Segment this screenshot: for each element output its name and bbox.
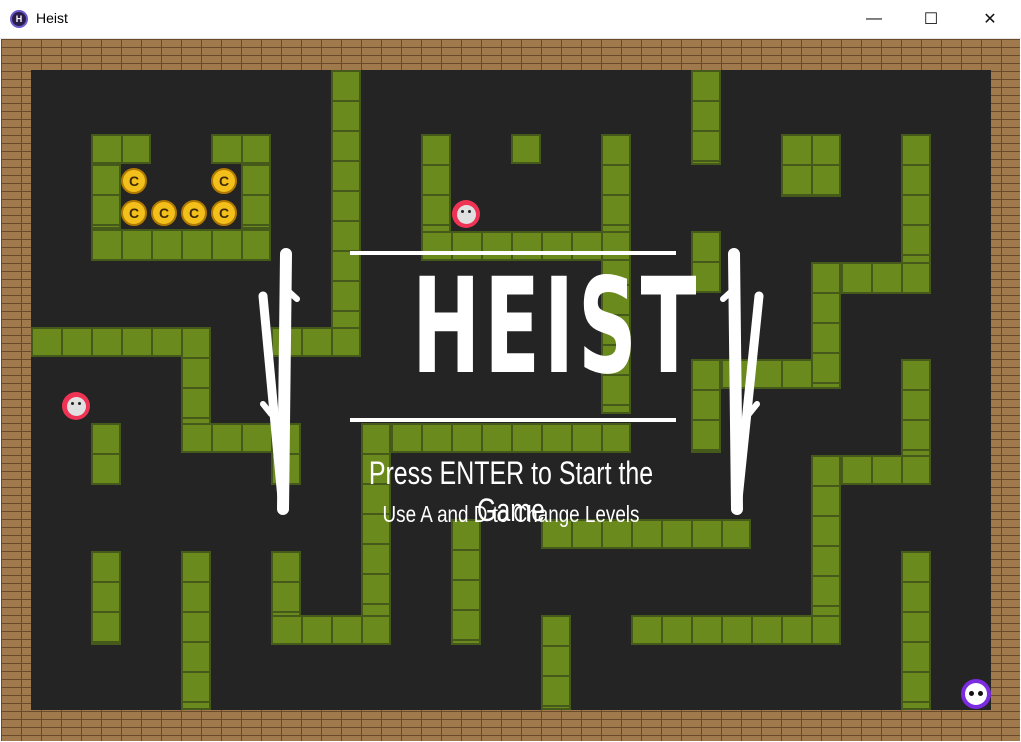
title-bar: H Heist — ☐ ✕ [0, 0, 1021, 39]
maze-wall [781, 134, 841, 197]
player-thief [961, 679, 991, 709]
coin: C [181, 200, 207, 226]
window-title: Heist [36, 10, 68, 26]
coin: C [211, 200, 237, 226]
maze-wall [601, 134, 631, 414]
maze-wall [811, 262, 841, 389]
minimize-button[interactable]: — [851, 0, 897, 38]
maze-wall [361, 423, 631, 453]
coin: C [121, 168, 147, 194]
coin: C [151, 200, 177, 226]
maze-wall [451, 519, 481, 645]
guard-face-icon [66, 396, 86, 416]
maze-wall [181, 551, 211, 710]
maze-wall [421, 231, 631, 261]
maze-wall [271, 327, 361, 357]
maze-wall [91, 134, 151, 164]
maze-wall [691, 359, 721, 453]
maze-wall [541, 615, 571, 710]
maze-wall [541, 519, 751, 549]
maze-wall [271, 423, 301, 485]
coin: C [211, 168, 237, 194]
maze-wall [691, 70, 721, 165]
maze-wall [91, 229, 271, 261]
guard-enemy [62, 392, 90, 420]
maze-wall [271, 615, 391, 645]
maze-wall [331, 70, 361, 340]
maze-wall [91, 164, 121, 229]
maze-wall [211, 134, 271, 164]
maze-wall [91, 551, 121, 645]
player-face-icon [965, 683, 987, 705]
maximize-button[interactable]: ☐ [908, 0, 954, 38]
coin: C [121, 200, 147, 226]
maze-wall [631, 615, 841, 645]
app-icon: H [10, 10, 28, 28]
maze-wall [511, 134, 541, 164]
guard-face-icon [456, 204, 476, 224]
maze-wall [361, 423, 391, 645]
maze-wall [91, 423, 121, 485]
maze-wall [901, 551, 931, 710]
close-button[interactable]: ✕ [967, 0, 1013, 38]
guard-enemy [452, 200, 480, 228]
game-canvas[interactable]: C C C C C C HEIST Press ENTER to Start t… [1, 39, 1020, 741]
maze-wall [691, 231, 721, 293]
maze-floor [31, 70, 991, 710]
maze-wall [241, 164, 271, 229]
